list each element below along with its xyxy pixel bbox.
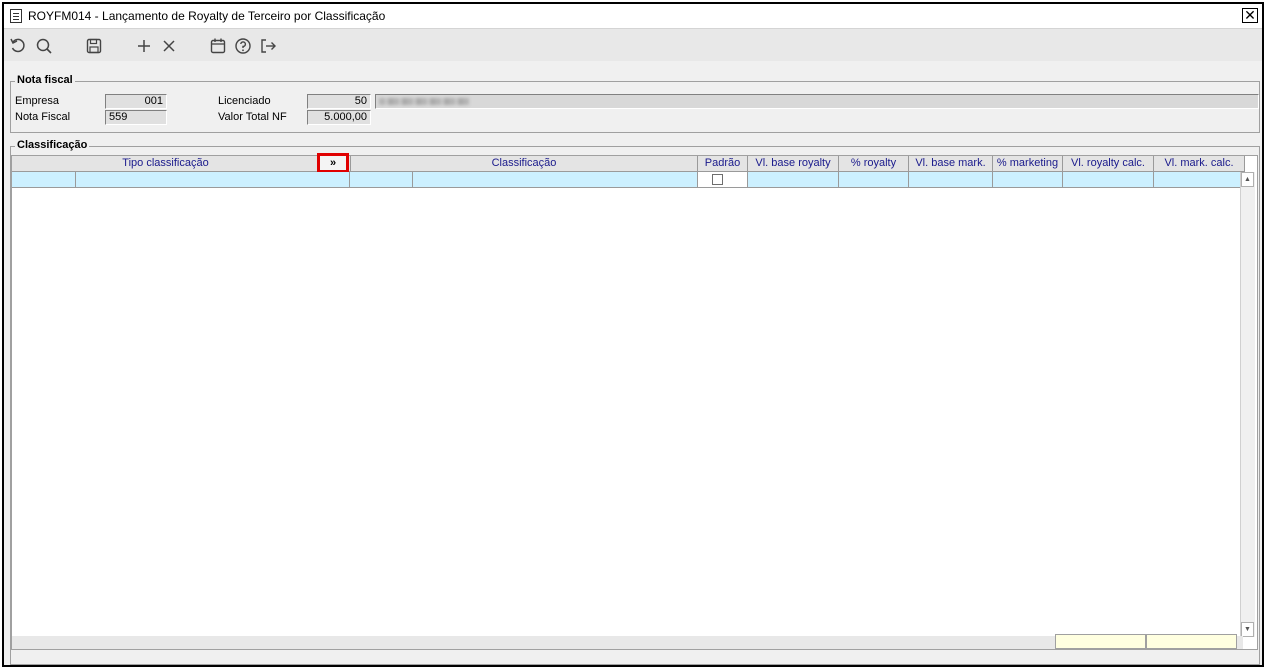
padrao-checkbox[interactable]: [712, 174, 723, 185]
row-cell-tipo-codigo[interactable]: [12, 172, 76, 188]
nota-fiscal-group: Nota fiscal Empresa 001 Nota Fiscal 559 …: [10, 74, 1260, 133]
close-button[interactable]: ✕: [1242, 8, 1258, 23]
total-vl-mark-calc: [1146, 634, 1237, 649]
nota-fiscal-legend: Nota fiscal: [15, 74, 75, 86]
row-cell-vl-royalty-calc[interactable]: [1063, 172, 1154, 188]
calendar-icon[interactable]: [208, 36, 228, 56]
exit-icon[interactable]: [258, 36, 278, 56]
application-window: ROYFM014 - Lançamento de Royalty de Terc…: [2, 2, 1264, 667]
header-padrao[interactable]: Padrão: [698, 156, 748, 172]
vertical-scrollbar[interactable]: ▲ ▼: [1240, 172, 1255, 637]
nota-fiscal-label: Nota Fiscal: [15, 111, 71, 123]
add-icon[interactable]: [134, 36, 154, 56]
title-bar: ROYFM014 - Lançamento de Royalty de Terc…: [4, 4, 1262, 29]
undo-icon[interactable]: [8, 36, 28, 56]
expand-columns-button[interactable]: »: [317, 153, 349, 173]
row-cell-classificacao-descricao[interactable]: [413, 172, 698, 188]
help-icon[interactable]: [233, 36, 253, 56]
toolbar: [4, 29, 1262, 61]
classificacao-legend: Classificação: [15, 139, 90, 151]
scroll-down-icon[interactable]: ▼: [1241, 622, 1254, 637]
row-cell-pct-marketing[interactable]: [993, 172, 1063, 188]
delete-icon[interactable]: [159, 36, 179, 56]
row-cell-pct-royalty[interactable]: [839, 172, 909, 188]
total-vl-royalty-calc: [1055, 634, 1146, 649]
header-vl-royalty-calc[interactable]: Vl. royalty calc.: [1063, 156, 1154, 172]
licenciado-name-field: [375, 94, 1259, 109]
header-pct-marketing[interactable]: % marketing: [993, 156, 1063, 172]
header-vl-base-mark[interactable]: Vl. base mark.: [909, 156, 993, 172]
document-icon: [10, 9, 22, 23]
row-cell-vl-base-mark[interactable]: [909, 172, 993, 188]
header-vl-mark-calc[interactable]: Vl. mark. calc.: [1154, 156, 1245, 172]
licenciado-label: Licenciado: [218, 95, 271, 107]
row-cell-tipo-descricao[interactable]: [76, 172, 350, 188]
empresa-label: Empresa: [15, 95, 60, 107]
nota-fiscal-field[interactable]: 559: [105, 110, 167, 125]
header-classificacao[interactable]: Classificação: [351, 156, 698, 172]
window-title: ROYFM014 - Lançamento de Royalty de Terc…: [28, 9, 386, 23]
empresa-field[interactable]: 001: [105, 94, 167, 109]
row-cell-vl-mark-calc[interactable]: [1154, 172, 1245, 188]
header-pct-royalty[interactable]: % royalty: [839, 156, 909, 172]
classificacao-grid: Tipo classificação Classificação Padrão …: [11, 153, 1258, 650]
row-cell-padrao: [698, 172, 748, 188]
header-tipo-classificacao[interactable]: Tipo classificação: [12, 156, 320, 172]
row-cell-vl-base-royalty[interactable]: [748, 172, 839, 188]
search-icon[interactable]: [34, 36, 54, 56]
valor-total-label: Valor Total NF: [218, 111, 287, 123]
row-cell-classificacao-codigo[interactable]: [350, 172, 413, 188]
save-icon[interactable]: [84, 36, 104, 56]
valor-total-field[interactable]: 5.000,00: [307, 110, 371, 125]
scroll-up-icon[interactable]: ▲: [1241, 172, 1254, 187]
redacted-text: [379, 98, 469, 105]
header-vl-base-royalty[interactable]: Vl. base royalty: [748, 156, 839, 172]
licenciado-field[interactable]: 50: [307, 94, 371, 109]
